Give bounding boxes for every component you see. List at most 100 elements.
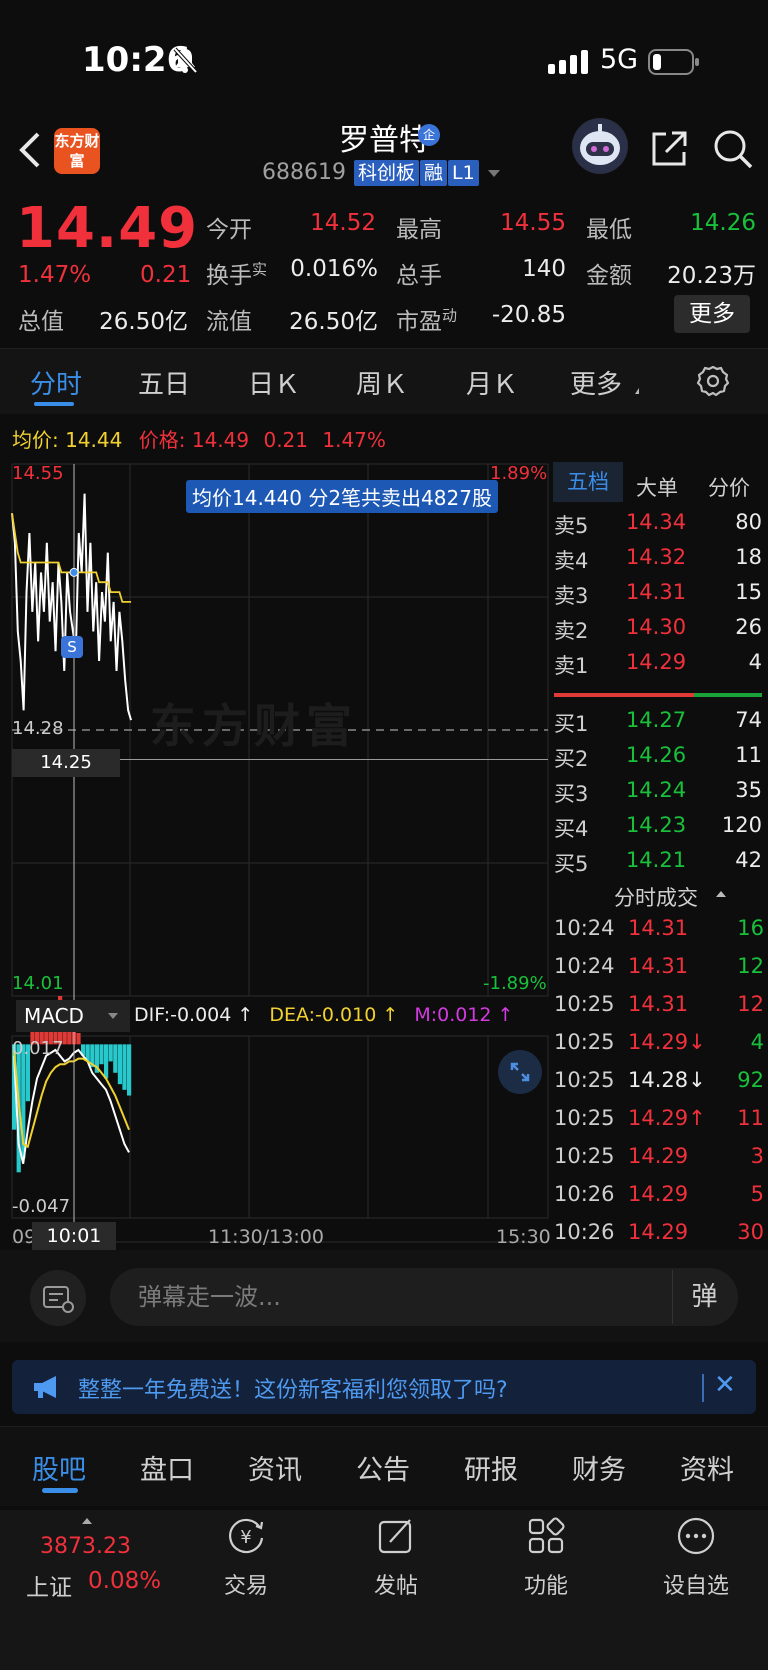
danmaku-send-button[interactable]: 弹 (672, 1270, 736, 1324)
signal-icon (548, 50, 588, 74)
trades-title[interactable]: 分时成交 (614, 882, 698, 912)
trade-row: 10:25 14.29↑ 11 (554, 1106, 764, 1142)
caret-up-icon[interactable] (82, 1518, 92, 1524)
bid-price: 14.26 (625, 743, 687, 767)
tab-price-distribution[interactable]: 分价 (708, 472, 750, 502)
macd-histogram-bar (122, 1044, 127, 1090)
bid-row[interactable]: 买2 14.26 11 (554, 743, 762, 777)
tab-profile[interactable]: 资料 (680, 1448, 734, 1487)
change-amount: 0.21 (140, 262, 192, 288)
watchlist-icon (677, 1517, 715, 1555)
expand-icon[interactable] (498, 1050, 542, 1094)
robot-assistant-icon[interactable] (572, 118, 628, 174)
tag-margin: 融 (420, 160, 448, 186)
prev-close-label: 14.28 (12, 718, 64, 739)
svg-text:¥: ¥ (240, 1527, 251, 1548)
watermark: 东方财富 (150, 699, 358, 753)
trade-volume: 12 (737, 954, 764, 978)
caret-up-icon[interactable] (716, 891, 726, 897)
tab-research[interactable]: 研报 (464, 1448, 518, 1487)
close-icon[interactable]: ✕ (714, 1370, 736, 1400)
macd-histogram-bar (108, 1044, 113, 1062)
share-icon[interactable] (650, 128, 690, 168)
tab-forum[interactable]: 股吧 (32, 1448, 86, 1487)
trade-price: 14.29 (628, 1220, 689, 1244)
tag-star-market: 科创板 (354, 160, 420, 186)
index-change-percent[interactable]: 0.08% (88, 1568, 161, 1594)
trade-volume: 92 (737, 1068, 764, 1092)
trade-time: 10:24 (554, 916, 615, 940)
tab-intraday[interactable]: 分时 (30, 364, 82, 401)
megaphone-icon (34, 1376, 56, 1398)
danmaku-input[interactable]: 弹幕走一波... (110, 1268, 738, 1326)
intraday-chart[interactable] (0, 456, 550, 1246)
bid-price: 14.23 (625, 813, 687, 837)
low-label: 最低 (586, 217, 632, 243)
ask-row[interactable]: 卖5 14.34 80 (554, 510, 762, 544)
tab-big-orders[interactable]: 大单 (636, 472, 678, 502)
ask-row[interactable]: 卖4 14.32 18 (554, 545, 762, 579)
trade-time: 10:25 (554, 1106, 615, 1130)
market-cap-label: 总值 (18, 309, 64, 335)
index-name[interactable]: 上证 (26, 1568, 72, 1602)
ask-row[interactable]: 卖3 14.31 15 (554, 580, 762, 614)
more-button[interactable]: 更多 (674, 295, 750, 333)
ask-level-label: 卖1 (554, 654, 589, 678)
ask-volume: 4 (748, 650, 762, 674)
ask-volume: 26 (735, 615, 762, 639)
bid-level-label: 买1 (554, 712, 589, 736)
network-label: 5G (600, 44, 639, 75)
pct-min-label: -1.89% (483, 973, 547, 994)
change-percent: 1.47% (18, 262, 92, 288)
tab-monthly-k[interactable]: 月Ｋ (466, 364, 518, 401)
trade-volume: 5 (750, 1182, 764, 1206)
tab-five-day[interactable]: 五日 (138, 364, 190, 401)
amount-label: 金额 (586, 263, 632, 289)
cursor-time-marker: 10:01 (32, 1222, 116, 1250)
low-value: 14.26 (690, 210, 756, 236)
stock-code: 688619 (262, 160, 346, 185)
trade-row: 10:24 14.31 16 (554, 916, 764, 952)
bid-level-label: 买2 (554, 747, 589, 771)
search-icon[interactable] (712, 128, 754, 170)
bid-row[interactable]: 买5 14.21 42 (554, 848, 762, 882)
pe-label: 市盈动 (396, 306, 458, 335)
tooltip: 均价14.440 分2笔共卖出4827股 (186, 480, 498, 513)
tab-more[interactable]: 更多 (570, 364, 622, 401)
ask-row[interactable]: 卖2 14.30 26 (554, 615, 762, 649)
tab-news[interactable]: 资讯 (248, 1448, 302, 1487)
tab-order-flow[interactable]: 盘口 (140, 1448, 194, 1487)
trade-volume: 12 (737, 992, 764, 1016)
tab-financials[interactable]: 财务 (572, 1448, 626, 1487)
index-value[interactable]: 3873.23 (40, 1534, 131, 1559)
ask-row[interactable]: 卖1 14.29 4 (554, 650, 762, 684)
bid-row[interactable]: 买4 14.23 120 (554, 813, 762, 847)
gear-icon[interactable] (696, 364, 730, 398)
ask-level-label: 卖2 (554, 619, 589, 643)
y-min-label: 14.01 (12, 973, 64, 994)
bid-row[interactable]: 买1 14.27 74 (554, 708, 762, 742)
trade-volume: 11 (737, 1106, 764, 1130)
ask-volume: 15 (735, 580, 762, 604)
active-tab-indicator (42, 1488, 78, 1493)
chevron-down-icon[interactable] (488, 170, 500, 177)
bid-row[interactable]: 买3 14.24 35 (554, 778, 762, 812)
functions-icon (528, 1517, 565, 1554)
ask-level-label: 卖3 (554, 584, 589, 608)
tab-weekly-k[interactable]: 周Ｋ (356, 364, 408, 401)
macd-histogram-bar (104, 1044, 109, 1079)
amount-value: 20.23万 (667, 263, 756, 289)
promo-text[interactable]: 整整一年免费送！这份新客福利您领取了吗? (78, 1372, 508, 1404)
trade-volume: 3 (750, 1144, 764, 1168)
trade-time: 10:25 (554, 992, 615, 1016)
sell-signal-icon[interactable]: S (61, 636, 83, 658)
trade-row: 10:24 14.31 12 (554, 954, 764, 990)
tab-announcements[interactable]: 公告 (356, 1448, 410, 1487)
ask-volume: 18 (735, 545, 762, 569)
tab-daily-k[interactable]: 日Ｋ (248, 364, 300, 401)
cursor-dot (69, 567, 79, 577)
danmaku-settings-icon[interactable] (30, 1270, 86, 1326)
trade-price: 14.29↑ (628, 1106, 706, 1130)
tab-five-levels[interactable]: 五档 (553, 462, 623, 502)
pct-max-label: 1.89% (490, 463, 548, 484)
